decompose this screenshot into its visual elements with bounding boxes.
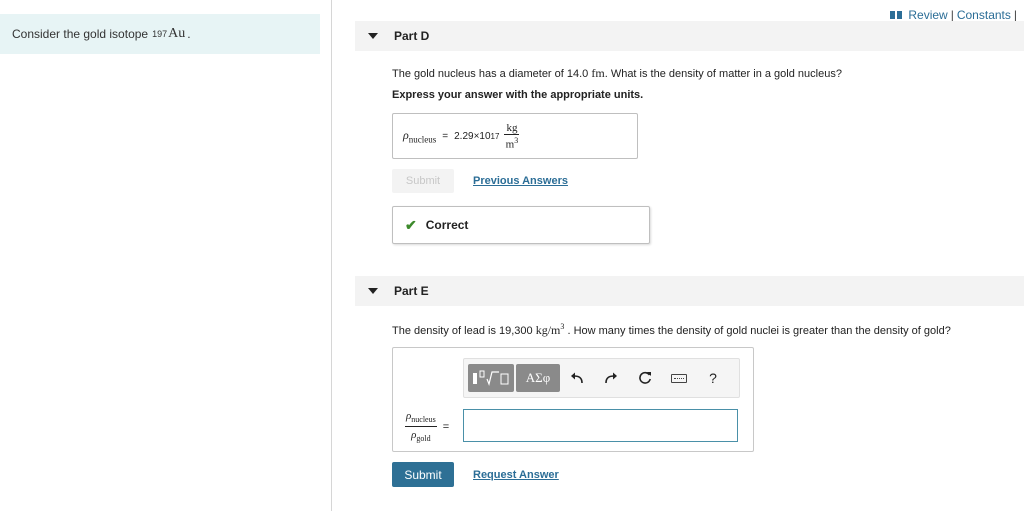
- unit-denominator: m3: [506, 135, 519, 151]
- previous-answers-link[interactable]: Previous Answers: [473, 175, 568, 187]
- num-sub: nucleus: [411, 415, 436, 425]
- density-ratio-label: ρnucleus ρgold =: [405, 410, 449, 443]
- keyboard-glyph: [671, 373, 687, 383]
- answer-exponent: 17: [490, 131, 500, 141]
- problem-statement: Consider the gold isotope 197 Au .: [0, 14, 320, 54]
- templates-button[interactable]: [468, 364, 514, 392]
- ratio-denominator: ρgold: [411, 427, 431, 443]
- part-e-answer-area: ΑΣφ ? ρnucleus ρgold =: [392, 347, 754, 452]
- caret-down-icon[interactable]: [368, 288, 378, 294]
- part-d-question-suffix: . What is the density of matter in a gol…: [604, 68, 842, 80]
- unit-numerator: kg: [504, 121, 520, 135]
- den-sub: gold: [416, 434, 431, 444]
- request-answer-link[interactable]: Request Answer: [473, 469, 559, 481]
- answer-mantissa: 2.29×10: [454, 130, 491, 142]
- answer-unit: kg m3: [504, 121, 520, 151]
- ratio-fraction: ρnucleus ρgold: [405, 410, 437, 443]
- review-constants-links: Review | Constants |: [890, 8, 1020, 22]
- redo-icon[interactable]: [594, 372, 628, 384]
- part-d-question-prefix: The gold nucleus has a diameter of 14.0: [392, 68, 589, 80]
- math-toolbar: ΑΣφ ?: [463, 358, 740, 398]
- feedback-text: Correct: [425, 218, 469, 232]
- unit-den-base: m: [505, 138, 515, 151]
- check-icon: ✔: [405, 216, 417, 233]
- mass-number: 197: [152, 29, 168, 39]
- part-d-answer-display: ρnucleus = 2.29×10 17 kg m3: [392, 113, 638, 159]
- part-e-question-unit: kg/m3: [535, 322, 565, 337]
- equals-sign: =: [442, 130, 449, 142]
- part-e-unit-exp: 3: [560, 322, 565, 331]
- part-e-header[interactable]: Part E: [355, 276, 1024, 306]
- problem-prefix: Consider the gold isotope: [12, 27, 149, 41]
- greek-symbols-button[interactable]: ΑΣφ: [516, 364, 560, 392]
- ratio-equals: =: [442, 420, 450, 433]
- keyboard-icon[interactable]: [662, 373, 696, 383]
- review-link[interactable]: Review: [908, 8, 947, 22]
- problem-suffix: .: [187, 27, 191, 41]
- correct-feedback: ✔ Correct: [392, 206, 650, 244]
- part-e-question: The density of lead is 19,300 kg/m3 . Ho…: [392, 322, 951, 338]
- link-separator-trailing: |: [1013, 8, 1017, 22]
- constants-link[interactable]: Constants: [957, 8, 1011, 22]
- undo-icon[interactable]: [560, 372, 594, 384]
- rho-subscript: nucleus: [408, 134, 437, 145]
- link-separator: |: [950, 8, 954, 22]
- part-e-answer-input[interactable]: [463, 409, 738, 442]
- part-d-submit-button[interactable]: Submit: [392, 169, 454, 193]
- part-d-question-unit: fm: [591, 66, 605, 80]
- caret-down-icon[interactable]: [368, 33, 378, 39]
- rho-symbol: ρnucleus: [403, 128, 436, 144]
- element-symbol: Au: [168, 26, 186, 41]
- part-d-question: The gold nucleus has a diameter of 14.0 …: [392, 66, 842, 81]
- part-d-header[interactable]: Part D: [355, 21, 1024, 51]
- panel-divider: [331, 0, 332, 511]
- part-e-title: Part E: [394, 284, 429, 298]
- templates-icon: [473, 370, 509, 386]
- part-e-unit-base: kg/m: [535, 323, 561, 337]
- part-e-question-prefix: The density of lead is 19,300: [392, 325, 533, 337]
- book-icon: [890, 11, 903, 19]
- reset-icon[interactable]: [628, 371, 662, 385]
- ratio-numerator: ρnucleus: [405, 410, 437, 428]
- part-d-instruction: Express your answer with the appropriate…: [392, 89, 644, 101]
- help-icon[interactable]: ?: [696, 370, 730, 386]
- part-e-question-suffix: . How many times the density of gold nuc…: [567, 325, 951, 337]
- part-e-submit-button[interactable]: Submit: [392, 462, 454, 487]
- unit-den-exp: 3: [514, 135, 519, 145]
- part-d-title: Part D: [394, 29, 430, 43]
